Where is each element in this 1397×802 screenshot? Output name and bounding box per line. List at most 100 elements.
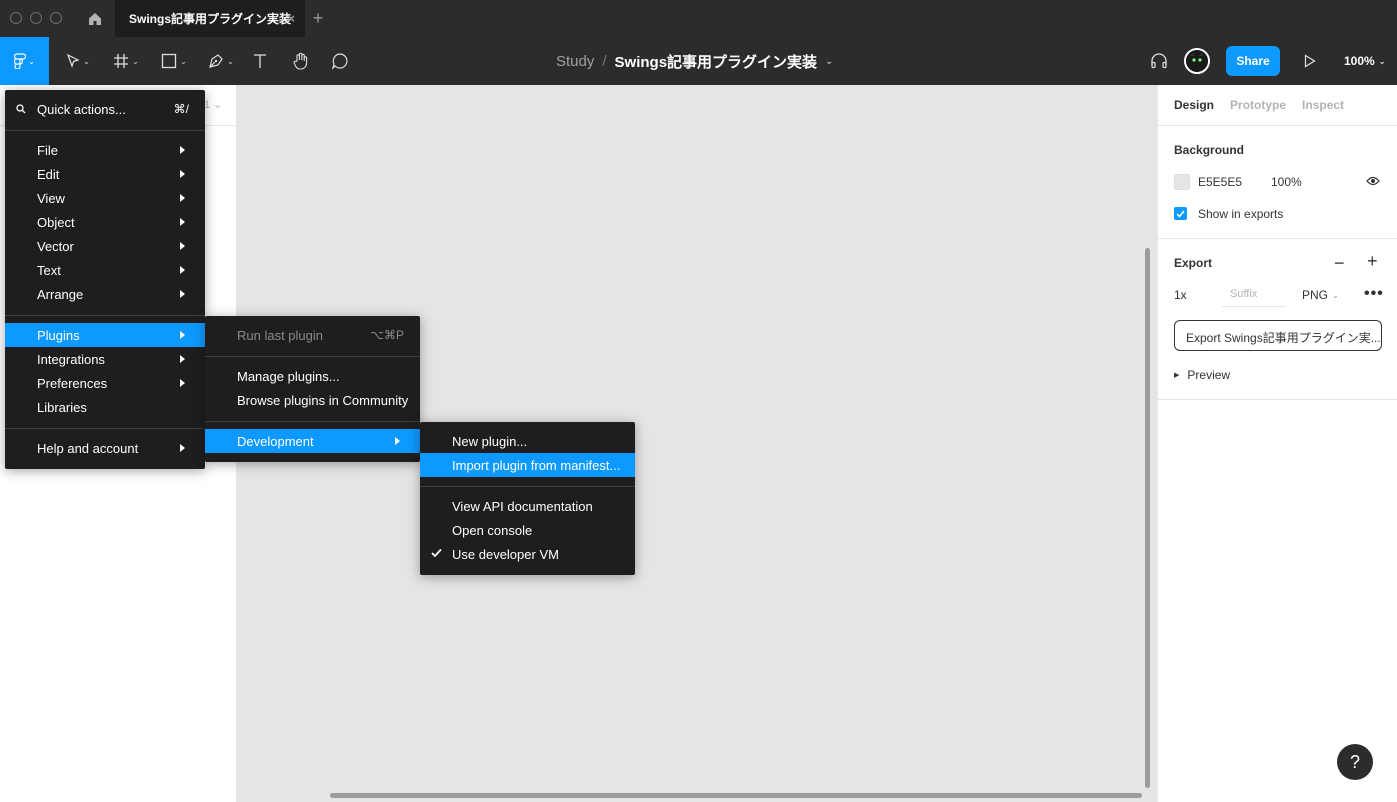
menu-item-label: Plugins xyxy=(37,327,80,343)
background-opacity-value[interactable]: 100% xyxy=(1271,175,1302,189)
new-tab-button[interactable]: + xyxy=(310,8,326,29)
divider xyxy=(1158,238,1397,239)
tab-inspect[interactable]: Inspect xyxy=(1302,98,1344,112)
menu-item-open-console[interactable]: Open console xyxy=(420,518,635,542)
tab-close-button[interactable]: × xyxy=(287,11,295,26)
background-hex-value[interactable]: E5E5E5 xyxy=(1198,175,1242,189)
menu-item-plugins[interactable]: Plugins xyxy=(5,323,205,347)
menu-item-preferences[interactable]: Preferences xyxy=(5,371,205,395)
quick-actions-shortcut: ⌘/ xyxy=(173,102,189,116)
export-suffix-input[interactable]: Suffix xyxy=(1222,281,1286,307)
remove-export-button[interactable]: − xyxy=(1334,253,1345,274)
toolbar: ⌄ ⌄ ⌄ ⌄ ⌄ Study / Swings記事用プラグイン実装 ⌄ Sha… xyxy=(0,37,1397,85)
menu-item-arrange[interactable]: Arrange xyxy=(5,282,205,306)
chevron-down-icon[interactable]: ⌄ xyxy=(825,56,833,67)
menu-item-view[interactable]: View xyxy=(5,186,205,210)
menu-item-use-developer-vm[interactable]: Use developer VM xyxy=(420,542,635,566)
menu-item-development[interactable]: Development xyxy=(205,429,420,453)
close-window-button[interactable] xyxy=(10,12,22,24)
menu-item-new-plugin[interactable]: New plugin... xyxy=(420,429,635,453)
preview-label: Preview xyxy=(1187,368,1231,382)
show-in-exports-checkbox[interactable] xyxy=(1174,207,1187,220)
menu-item-label: Preferences xyxy=(37,375,108,391)
zoom-window-button[interactable] xyxy=(50,12,62,24)
tab-design[interactable]: Design xyxy=(1174,98,1214,112)
present-button[interactable] xyxy=(1298,37,1322,85)
page-selector[interactable]: 1 ⌄ xyxy=(204,98,222,111)
audio-button[interactable] xyxy=(1147,37,1171,85)
hand-tool-icon xyxy=(293,52,308,70)
show-in-exports-label: Show in exports xyxy=(1198,207,1284,221)
menu-separator xyxy=(420,486,635,487)
move-tool[interactable]: ⌄ xyxy=(60,37,96,85)
submenu-arrow-icon xyxy=(180,355,185,363)
export-format-dropdown[interactable]: PNG ⌄ xyxy=(1302,288,1339,302)
submenu-arrow-icon xyxy=(180,290,185,298)
share-button[interactable]: Share xyxy=(1226,46,1280,76)
export-section-title: Export xyxy=(1174,256,1213,270)
background-color-swatch[interactable] xyxy=(1174,174,1190,190)
frame-tool-icon xyxy=(114,54,129,68)
file-tab[interactable]: Swings記事用プラグイン実装 × xyxy=(115,0,305,37)
main-menu-button[interactable]: ⌄ xyxy=(0,37,49,85)
menu-item-text[interactable]: Text xyxy=(5,258,205,282)
quick-actions-label: Quick actions... xyxy=(37,101,126,117)
home-icon xyxy=(89,12,101,25)
menu-item-object[interactable]: Object xyxy=(5,210,205,234)
submenu-arrow-icon xyxy=(180,170,185,178)
menu-item-label: Arrange xyxy=(37,286,84,302)
menu-item-import-plugin[interactable]: Import plugin from manifest... xyxy=(420,453,635,477)
breadcrumb-separator: / xyxy=(602,52,607,70)
minimize-window-button[interactable] xyxy=(30,12,42,24)
horizontal-scrollbar[interactable] xyxy=(330,793,1142,798)
menu-item-label: Text xyxy=(37,262,61,278)
menu-separator xyxy=(5,428,205,429)
menu-item-help-and-account[interactable]: Help and account xyxy=(5,436,205,460)
export-scale[interactable]: 1x xyxy=(1174,288,1187,302)
main-menu: Quick actions... ⌘/ File Edit View Objec… xyxy=(5,90,205,469)
zoom-level: 100% xyxy=(1344,54,1375,68)
menu-item-browse-plugins[interactable]: Browse plugins in Community xyxy=(205,388,420,412)
submenu-arrow-icon xyxy=(180,444,185,452)
menu-item-vector[interactable]: Vector xyxy=(5,234,205,258)
home-tab[interactable] xyxy=(78,0,112,37)
menu-item-libraries[interactable]: Libraries xyxy=(5,395,205,419)
text-tool[interactable] xyxy=(248,37,272,85)
chevron-down-icon: ⌄ xyxy=(1332,290,1339,300)
menu-item-edit[interactable]: Edit xyxy=(5,162,205,186)
divider xyxy=(1158,125,1397,126)
menu-item-manage-plugins[interactable]: Manage plugins... xyxy=(205,364,420,388)
help-button[interactable]: ? xyxy=(1337,744,1373,780)
zoom-dropdown[interactable]: 100% ⌄ xyxy=(1344,37,1385,85)
menu-separator xyxy=(205,421,420,422)
chevron-down-icon: ⌄ xyxy=(83,56,90,66)
hand-tool[interactable] xyxy=(289,37,313,85)
menu-item-view-api-docs[interactable]: View API documentation xyxy=(420,494,635,518)
shape-tool[interactable]: ⌄ xyxy=(156,37,192,85)
menu-item-file[interactable]: File xyxy=(5,138,205,162)
submenu-arrow-icon xyxy=(180,242,185,250)
menu-separator xyxy=(205,356,420,357)
export-settings-button[interactable]: ••• xyxy=(1364,285,1384,303)
eye-icon xyxy=(1366,176,1380,186)
breadcrumb-file-name[interactable]: Swings記事用プラグイン実装 xyxy=(615,51,818,72)
frame-tool[interactable]: ⌄ xyxy=(108,37,144,85)
pen-tool[interactable]: ⌄ xyxy=(202,37,240,85)
comment-tool[interactable] xyxy=(328,37,352,85)
menu-item-label: Edit xyxy=(37,166,60,182)
panel-tabs: Design Prototype Inspect xyxy=(1174,98,1344,112)
add-export-button[interactable]: + xyxy=(1367,251,1378,272)
breadcrumb-project[interactable]: Study xyxy=(556,53,594,70)
preview-toggle[interactable]: ▶ Preview xyxy=(1174,368,1230,382)
menu-item-integrations[interactable]: Integrations xyxy=(5,347,205,371)
visibility-toggle[interactable] xyxy=(1366,175,1380,190)
comment-tool-icon xyxy=(331,53,348,70)
export-button[interactable]: Export Swings記事用プラグイン実... xyxy=(1174,320,1382,351)
tab-prototype[interactable]: Prototype xyxy=(1230,98,1286,112)
quick-actions-item[interactable]: Quick actions... ⌘/ xyxy=(5,97,205,121)
pen-tool-icon xyxy=(209,54,223,68)
menu-item-run-last-plugin[interactable]: Run last plugin ⌥⌘P xyxy=(205,323,420,347)
vertical-scrollbar[interactable] xyxy=(1145,248,1150,788)
check-icon xyxy=(1176,210,1185,218)
avatar[interactable] xyxy=(1184,48,1210,74)
